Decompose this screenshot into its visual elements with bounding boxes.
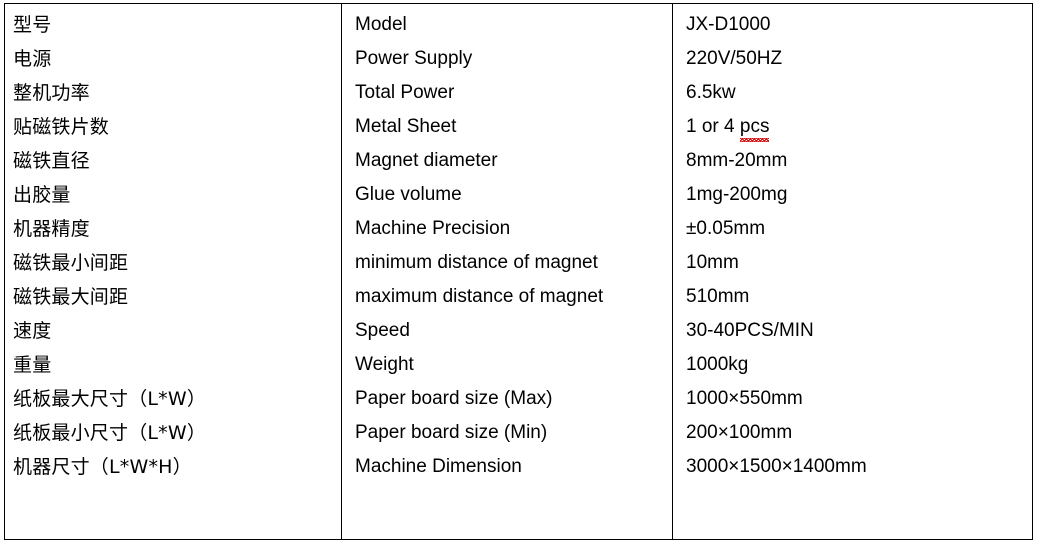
value-cell: 10mm: [686, 252, 739, 273]
chinese-label-cell: 型号: [13, 14, 52, 36]
english-label-cell: Speed: [355, 320, 410, 341]
value-cell: 200×100mm: [686, 422, 793, 443]
chinese-label-cell: 整机功率: [13, 82, 90, 104]
chinese-label-cell: 磁铁最小间距: [13, 252, 129, 274]
english-label-cell: Model: [355, 14, 407, 35]
spec-sheet: 型号电源整机功率贴磁铁片数磁铁直径出胶量机器精度磁铁最小间距 磁铁最大间距 速度重量…: [0, 0, 1041, 547]
value-cell: 8mm-20mm: [686, 150, 788, 171]
chinese-label-cell: 重量: [13, 354, 52, 376]
english-label-cell: Metal Sheet: [355, 116, 457, 137]
english-label-cell: Paper board size (Min): [355, 422, 548, 443]
chinese-label-cell: 磁铁最大间距: [13, 286, 129, 308]
value-cell: 510mm: [686, 286, 750, 307]
english-label-cell: Power Supply: [355, 48, 473, 69]
chinese-label-cell: 磁铁直径: [13, 150, 90, 172]
chinese-label-cell: 纸板最小尺寸（L*W）: [13, 422, 207, 444]
english-label-cell: minimum distance of magnet: [355, 252, 598, 273]
english-label-cell: Glue volume: [355, 184, 462, 205]
english-label-cell: Total Power: [355, 82, 455, 103]
english-label-cell: Weight: [355, 354, 414, 375]
value-cell: 1000×550mm: [686, 388, 803, 409]
english-label-cell: Magnet diameter: [355, 150, 498, 171]
column-value: JX-D1000 220V/50HZ 6.5kw 1 or 4 pcs 8mm-20mm…: [673, 4, 1032, 539]
misspelled-word: pcs: [739, 110, 769, 144]
value-cell: 1 or 4 pcs: [686, 110, 1032, 144]
value-cell: 30-40PCS/MIN: [686, 320, 814, 341]
value-cell: 1000kg: [686, 354, 749, 375]
value-cell: 220V/50HZ: [686, 48, 783, 69]
english-label-cell: Machine Precision: [355, 218, 511, 239]
specification-table: 型号电源整机功率贴磁铁片数磁铁直径出胶量机器精度磁铁最小间距 磁铁最大间距 速度重量…: [4, 3, 1033, 540]
chinese-label-cell: 机器精度: [13, 218, 90, 240]
value-cell: 3000×1500×1400mm: [686, 456, 867, 477]
value-cell: 1mg-200mg: [686, 184, 788, 205]
chinese-label-cell: 机器尺寸（L*W*H）: [13, 456, 192, 478]
chinese-label-cell: 电源: [13, 48, 52, 70]
english-label-cell: maximum distance of magnet: [355, 286, 604, 307]
chinese-label-cell: 纸板最大尺寸（L*W）: [13, 388, 207, 410]
column-english-label: Model Power Supply Total Power Metal Sheet M…: [342, 4, 673, 539]
chinese-label-cell: 出胶量: [13, 184, 71, 206]
english-label-cell: Paper board size (Max): [355, 388, 553, 409]
column-chinese-label: 型号电源整机功率贴磁铁片数磁铁直径出胶量机器精度磁铁最小间距 磁铁最大间距 速度重量…: [5, 4, 342, 539]
table-columns: 型号电源整机功率贴磁铁片数磁铁直径出胶量机器精度磁铁最小间距 磁铁最大间距 速度重量…: [5, 4, 1032, 539]
chinese-label-cell: 速度: [13, 320, 52, 342]
english-label-cell: Machine Dimension: [355, 456, 522, 477]
chinese-label-cell: 贴磁铁片数: [13, 116, 110, 138]
value-cell: ±0.05mm: [686, 218, 766, 239]
value-cell: 6.5kw: [686, 82, 736, 103]
value-cell: JX-D1000: [686, 14, 771, 35]
